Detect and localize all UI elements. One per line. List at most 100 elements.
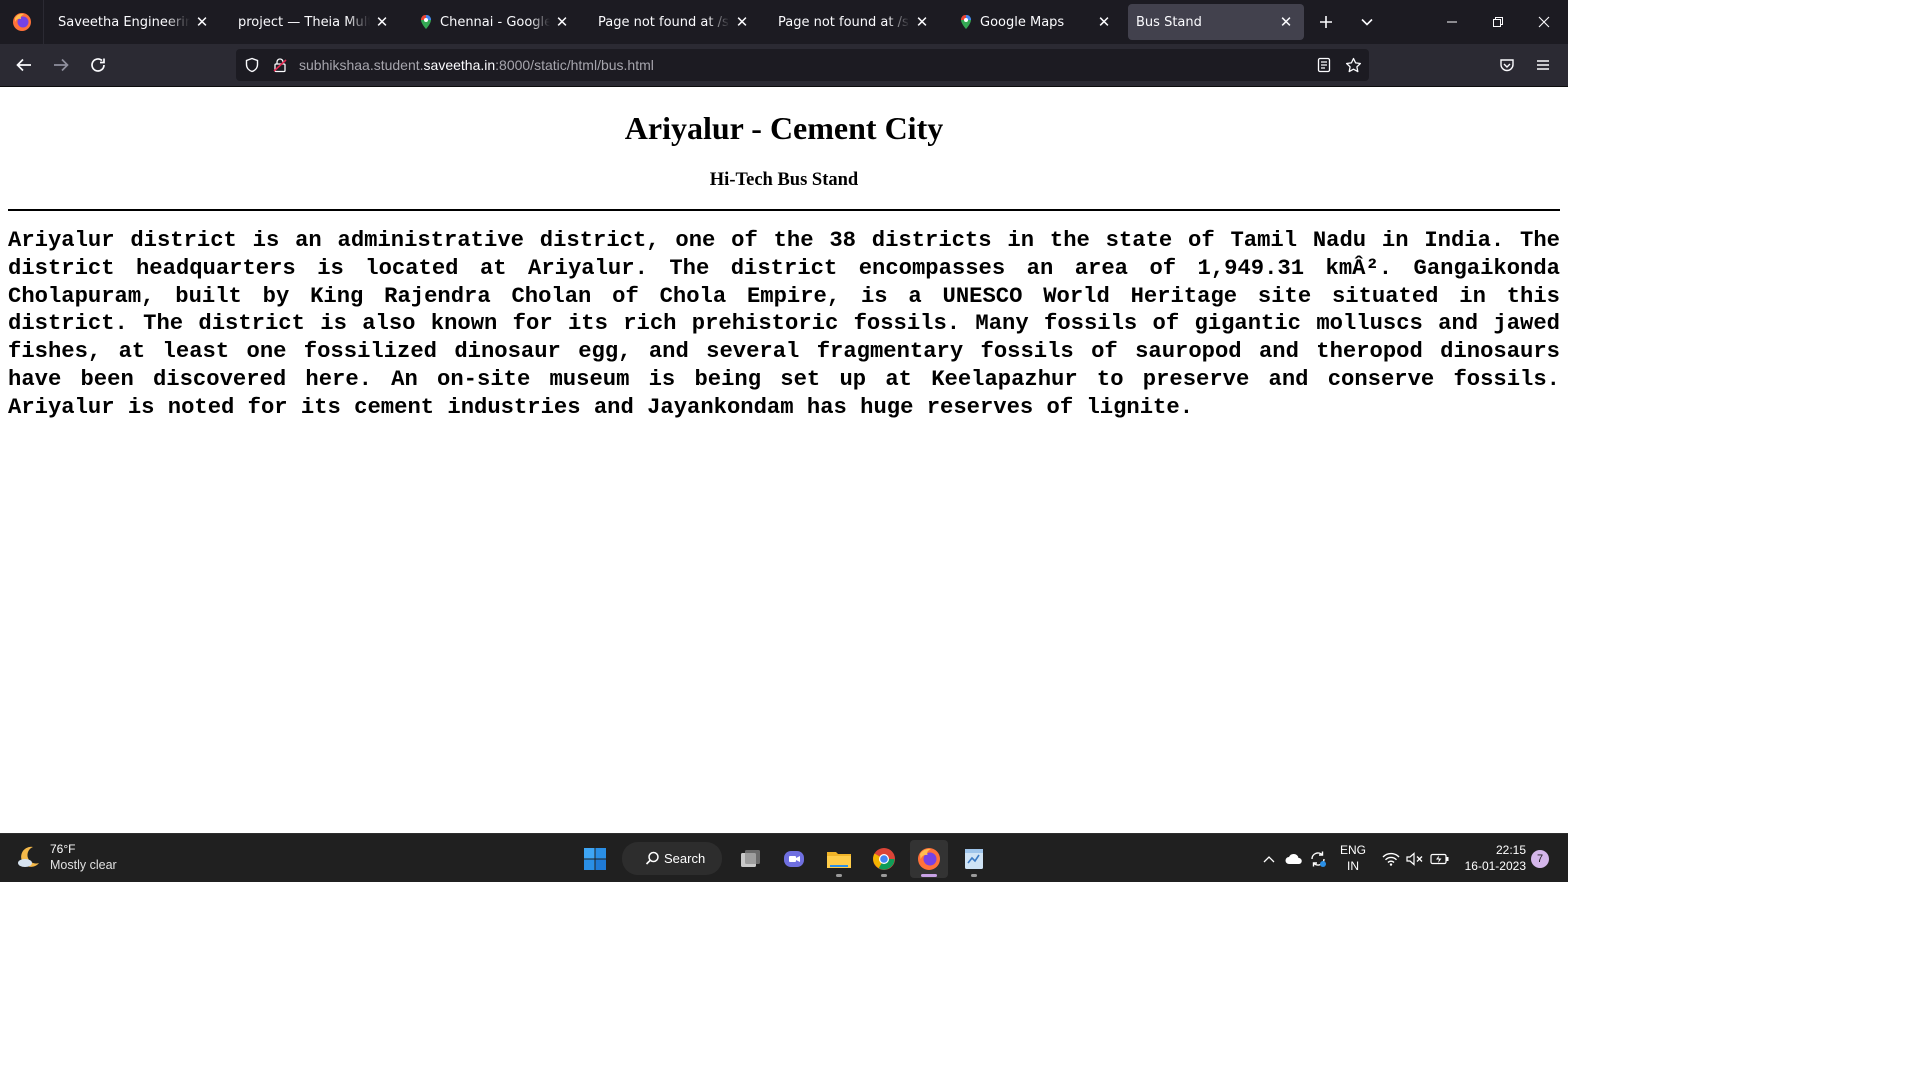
- onedrive-tray-button[interactable]: [1283, 834, 1305, 883]
- taskbar: 76°F Mostly clear Search ENG IN 22:15 16…: [0, 833, 1568, 882]
- tab-page-not-found-2[interactable]: Page not found at /static/h ✕: [766, 4, 940, 40]
- arrow-left-icon: [16, 58, 31, 72]
- moon-cloud-icon: [18, 846, 39, 867]
- windows-start-icon: [584, 848, 606, 870]
- tab-title: Bus Stand: [1136, 14, 1202, 30]
- close-icon: [1538, 16, 1550, 28]
- close-icon[interactable]: ✕: [1096, 13, 1112, 31]
- plus-icon: [1320, 16, 1332, 28]
- reader-view-icon[interactable]: [1315, 56, 1333, 74]
- hamburger-menu-icon: [1537, 60, 1549, 70]
- close-icon[interactable]: ✕: [734, 13, 750, 31]
- weather-temperature: 76°F: [50, 842, 76, 856]
- chrome-button[interactable]: [865, 840, 903, 878]
- web-page-content: Ariyalur - Cement City Hi-Tech Bus Stand…: [0, 88, 1568, 833]
- arrow-right-icon: [54, 58, 69, 72]
- pocket-button[interactable]: [1492, 50, 1522, 80]
- close-icon[interactable]: ✕: [194, 13, 210, 31]
- insecure-lock-icon[interactable]: [271, 56, 289, 74]
- chat-icon: [784, 851, 804, 867]
- weather-widget[interactable]: 76°F Mostly clear: [16, 841, 117, 873]
- running-indicator: [971, 874, 977, 877]
- language-code: ENG: [1339, 843, 1366, 857]
- tab-page-not-found-1[interactable]: Page not found at /static/h ✕: [586, 4, 760, 40]
- tab-google-maps[interactable]: Google Maps ✕: [946, 4, 1122, 40]
- tab-title: Google Maps: [980, 14, 1065, 30]
- app-menu-button[interactable]: [1528, 50, 1558, 80]
- url-host: saveetha.in: [423, 57, 496, 73]
- tab-title: Page not found at /static/h: [778, 14, 910, 30]
- tab-bus-stand[interactable]: Bus Stand ✕: [1128, 4, 1304, 40]
- show-hidden-icons-button[interactable]: [1260, 834, 1278, 883]
- taskbar-search-button[interactable]: Search: [622, 842, 722, 875]
- shield-icon[interactable]: [243, 56, 261, 74]
- url-bar[interactable]: subhikshaa.student.saveetha.in:8000/stat…: [236, 49, 1369, 81]
- chevron-up-icon: [1263, 855, 1275, 862]
- sync-icon: [1311, 851, 1326, 867]
- search-label: Search: [664, 851, 706, 866]
- url-suffix: :8000/static/html/bus.html: [495, 57, 654, 73]
- reload-button[interactable]: [83, 50, 113, 80]
- new-tab-button[interactable]: [1312, 8, 1340, 36]
- cloud-icon: [1285, 853, 1302, 864]
- minimize-button[interactable]: [1429, 0, 1475, 44]
- tab-saveetha[interactable]: Saveetha Engineering Colle ✕: [46, 4, 220, 40]
- close-icon[interactable]: ✕: [1278, 13, 1294, 31]
- folder-icon: [827, 852, 851, 868]
- close-icon[interactable]: ✕: [914, 13, 930, 31]
- notification-badge[interactable]: 7: [1531, 850, 1549, 868]
- list-all-tabs-button[interactable]: [1353, 8, 1381, 36]
- region-code: IN: [1347, 859, 1359, 873]
- chevron-down-icon: [1361, 18, 1373, 26]
- maps-pin-icon: [961, 15, 971, 29]
- page-title: Ariyalur - Cement City: [624, 110, 944, 146]
- firefox-taskbar-button[interactable]: [910, 840, 948, 878]
- clock-time: 22:15: [1495, 843, 1526, 857]
- clock[interactable]: 22:15 16-01-2023: [1462, 842, 1526, 874]
- active-indicator: [921, 874, 937, 877]
- reload-icon: [91, 58, 105, 72]
- firefox-menu-icon[interactable]: [0, 0, 44, 44]
- volume-muted-icon: [1406, 851, 1423, 866]
- input-language-indicator[interactable]: ENG IN: [1338, 842, 1368, 874]
- horizontal-divider: [8, 209, 1560, 211]
- volume-tray-button[interactable]: [1404, 834, 1426, 883]
- close-window-button[interactable]: [1521, 0, 1567, 44]
- tab-title: Page not found at /static/h: [598, 14, 730, 30]
- tab-chennai-maps[interactable]: Chennai - Google Maps ✕: [406, 4, 580, 40]
- navigation-toolbar: subhikshaa.student.saveetha.in:8000/stat…: [0, 44, 1568, 87]
- battery-tray-button[interactable]: [1429, 834, 1451, 883]
- firefox-icon: [918, 848, 940, 870]
- wifi-icon: [1382, 852, 1400, 866]
- weather-description: Mostly clear: [50, 858, 117, 872]
- chrome-icon: [873, 848, 895, 870]
- forward-button[interactable]: [46, 50, 76, 80]
- restore-button[interactable]: [1475, 0, 1521, 44]
- url-prefix: subhikshaa.student.: [299, 57, 424, 73]
- pocket-icon: [1500, 59, 1514, 72]
- battery-charging-icon: [1430, 853, 1449, 864]
- notepad-button[interactable]: [955, 840, 993, 878]
- close-icon[interactable]: ✕: [554, 13, 570, 31]
- minimize-icon: [1447, 21, 1457, 23]
- tab-title: Chennai - Google Maps: [440, 14, 550, 30]
- running-indicator: [836, 874, 842, 877]
- tab-strip: Saveetha Engineering Colle ✕ project — T…: [0, 0, 1568, 44]
- sync-tray-button[interactable]: [1307, 834, 1329, 883]
- tab-title: project — Theia Multi-Lang: [238, 14, 370, 30]
- url-text[interactable]: subhikshaa.student.saveetha.in:8000/stat…: [299, 49, 654, 81]
- task-view-icon: [741, 850, 760, 867]
- start-button[interactable]: [576, 840, 614, 878]
- running-indicator: [881, 874, 887, 877]
- file-explorer-button[interactable]: [820, 840, 858, 878]
- bookmark-star-icon[interactable]: [1344, 56, 1362, 74]
- wifi-tray-button[interactable]: [1380, 834, 1402, 883]
- back-button[interactable]: [9, 50, 39, 80]
- clock-date: 16-01-2023: [1464, 859, 1526, 873]
- close-icon[interactable]: ✕: [374, 13, 390, 31]
- teams-chat-button[interactable]: [775, 840, 813, 878]
- tab-theia[interactable]: project — Theia Multi-Lang ✕: [226, 4, 400, 40]
- description-paragraph: Ariyalur district is an administrative d…: [8, 228, 1560, 420]
- task-view-button[interactable]: [731, 840, 769, 878]
- maps-pin-icon: [421, 15, 431, 29]
